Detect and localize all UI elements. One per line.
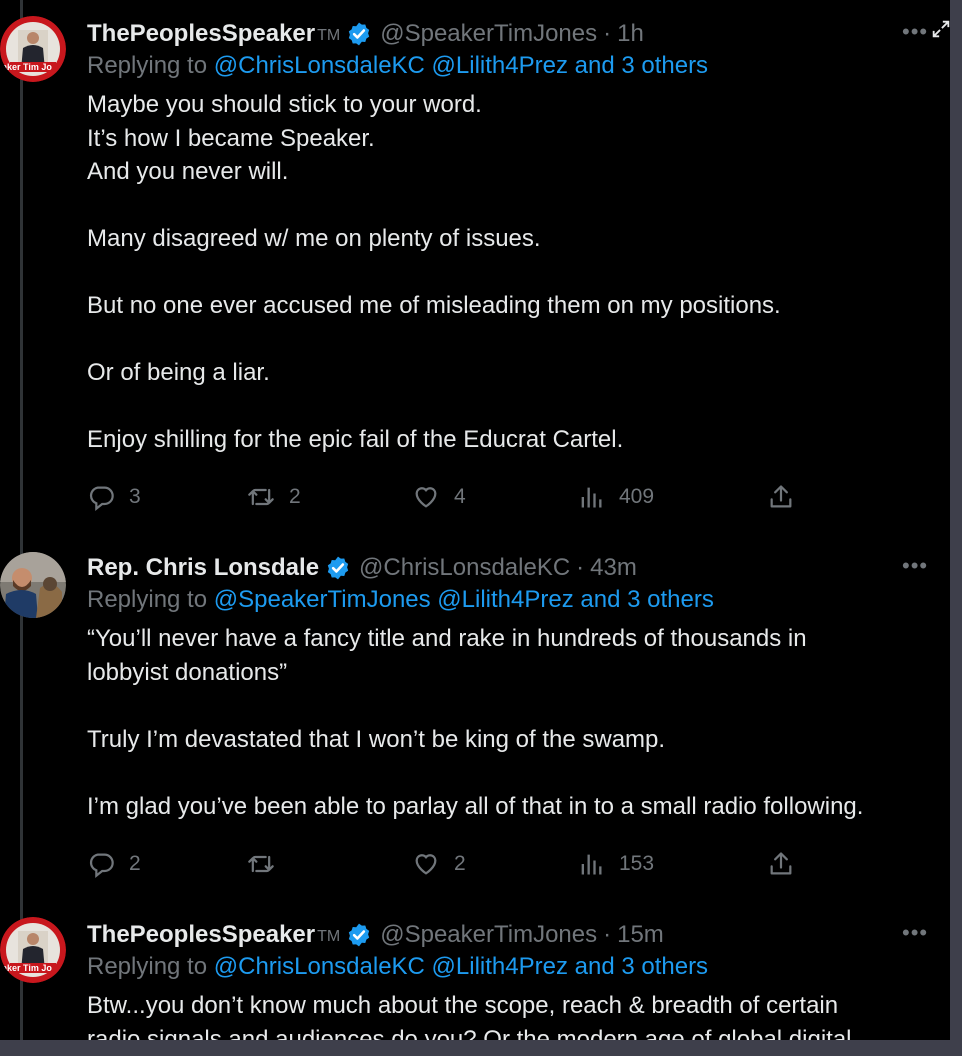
- share-button[interactable]: [767, 847, 795, 881]
- views-button[interactable]: 409: [577, 480, 654, 514]
- reply-count: 3: [129, 485, 141, 508]
- views-button[interactable]: 153: [577, 847, 654, 881]
- share-icon: [770, 852, 792, 875]
- like-count: 4: [454, 485, 466, 508]
- share-icon: [770, 485, 792, 508]
- replying-to: Replying to @ChrisLonsdaleKC @Lilith4Pre…: [87, 52, 708, 86]
- tweet-line: I’m glad you’ve been able to parlay all …: [87, 792, 864, 820]
- reply-icon: [89, 853, 114, 878]
- screen: aker Tim Jo ThePeoplesSpeaker TM @Speake…: [0, 0, 950, 1040]
- tweet-text: Btw...you don’t know much about the scop…: [87, 989, 937, 1040]
- separator: ·: [576, 554, 585, 581]
- view-count: 409: [619, 485, 655, 508]
- retweet-icon: [248, 855, 274, 873]
- tweet-line: Or of being a liar.: [87, 359, 270, 386]
- retweet-button[interactable]: [247, 847, 289, 881]
- avatar[interactable]: [0, 552, 66, 618]
- share-button[interactable]: [767, 480, 795, 514]
- display-name[interactable]: ThePeoplesSpeaker: [87, 921, 315, 949]
- display-name[interactable]: ThePeoplesSpeaker: [87, 20, 315, 48]
- tweet-text: “You’ll never have a fancy title and rak…: [87, 622, 937, 823]
- views-icon: [581, 487, 602, 508]
- tweet-header: Rep. Chris Lonsdale @ChrisLonsdaleKC · 4…: [87, 550, 637, 586]
- replying-to-label: Replying to: [87, 586, 208, 613]
- tweet-actions: 3 2 4 409: [87, 480, 807, 514]
- avatar[interactable]: aker Tim Jo: [0, 16, 66, 82]
- verified-badge-icon: [327, 556, 349, 580]
- replying-to-users[interactable]: @SpeakerTimJones @Lilith4Prez and 3 othe…: [214, 586, 714, 613]
- like-count: 2: [454, 852, 466, 875]
- separator: ·: [603, 20, 612, 47]
- replying-to: Replying to @SpeakerTimJones @Lilith4Pre…: [87, 586, 714, 620]
- like-button[interactable]: 4: [412, 480, 466, 514]
- timestamp[interactable]: 15m: [617, 921, 664, 949]
- tweet-line: And you never will.: [87, 158, 289, 185]
- thread-connector-line: [20, 0, 23, 1040]
- retweet-button[interactable]: 2: [247, 480, 301, 514]
- replying-to: Replying to @ChrisLonsdaleKC @Lilith4Pre…: [87, 953, 708, 987]
- views-icon: [581, 854, 602, 875]
- retweet-count: 2: [289, 485, 301, 508]
- tweet-actions: 2 2 153: [87, 847, 807, 881]
- tweet-line: “You’ll never have a fancy title and rak…: [87, 625, 807, 652]
- tweet-line: Truly I’m devastated that I won’t be kin…: [87, 725, 666, 753]
- like-button[interactable]: 2: [412, 847, 466, 881]
- tweet-line: Btw...you don’t know much about the scop…: [87, 992, 839, 1019]
- tweet-text: Maybe you should stick to your word. It’…: [87, 88, 937, 457]
- username[interactable]: @SpeakerTimJones: [380, 921, 597, 949]
- view-count: 153: [619, 852, 655, 875]
- tweet-line: Maybe you should stick to your word.: [87, 91, 482, 118]
- username[interactable]: @SpeakerTimJones: [380, 20, 597, 48]
- heart-icon: [415, 487, 437, 508]
- tweet-line: lobbyist donations”: [87, 658, 288, 686]
- tweet-line: It’s how I became Speaker.: [87, 124, 375, 152]
- reply-count: 2: [129, 852, 141, 875]
- timestamp[interactable]: 43m: [590, 554, 637, 582]
- reply-button[interactable]: 2: [87, 847, 141, 881]
- avatar-label: aker Tim Jo: [2, 963, 52, 973]
- separator: ·: [603, 921, 612, 948]
- more-options-icon[interactable]: •••: [902, 922, 930, 944]
- timestamp[interactable]: 1h: [617, 20, 644, 48]
- trademark-label: TM: [317, 928, 341, 945]
- replying-to-users[interactable]: @ChrisLonsdaleKC @Lilith4Prez and 3 othe…: [214, 52, 708, 79]
- tweet-line: Enjoy shilling for the epic fail of the …: [87, 426, 624, 453]
- replying-to-users[interactable]: @ChrisLonsdaleKC @Lilith4Prez and 3 othe…: [214, 953, 708, 980]
- replying-to-label: Replying to: [87, 953, 208, 980]
- display-name[interactable]: Rep. Chris Lonsdale: [87, 554, 319, 582]
- reply-button[interactable]: 3: [87, 480, 141, 514]
- heart-icon: [415, 854, 437, 875]
- verified-badge-icon: [349, 22, 370, 46]
- more-options-icon[interactable]: •••: [902, 555, 930, 577]
- tweet-header: ThePeoplesSpeaker TM @SpeakerTimJones · …: [87, 917, 664, 953]
- more-options-icon[interactable]: •••: [902, 21, 930, 43]
- tweet-header: ThePeoplesSpeaker TM @SpeakerTimJones · …: [87, 16, 644, 52]
- reply-icon: [89, 486, 114, 511]
- expand-icon[interactable]: [930, 18, 950, 40]
- retweet-icon: [248, 488, 274, 506]
- avatar[interactable]: aker Tim Jo: [0, 917, 66, 983]
- tweet-line: Many disagreed w/ me on plenty of issues…: [87, 225, 541, 252]
- tweet-line: But no one ever accused me of misleading…: [87, 292, 781, 319]
- replying-to-label: Replying to: [87, 52, 208, 79]
- trademark-label: TM: [317, 27, 341, 44]
- username[interactable]: @ChrisLonsdaleKC: [359, 554, 570, 582]
- tweet-line: radio signals and audiences do you? Or t…: [87, 1025, 852, 1041]
- verified-badge-icon: [349, 923, 370, 947]
- avatar-label: aker Tim Jo: [2, 62, 52, 72]
